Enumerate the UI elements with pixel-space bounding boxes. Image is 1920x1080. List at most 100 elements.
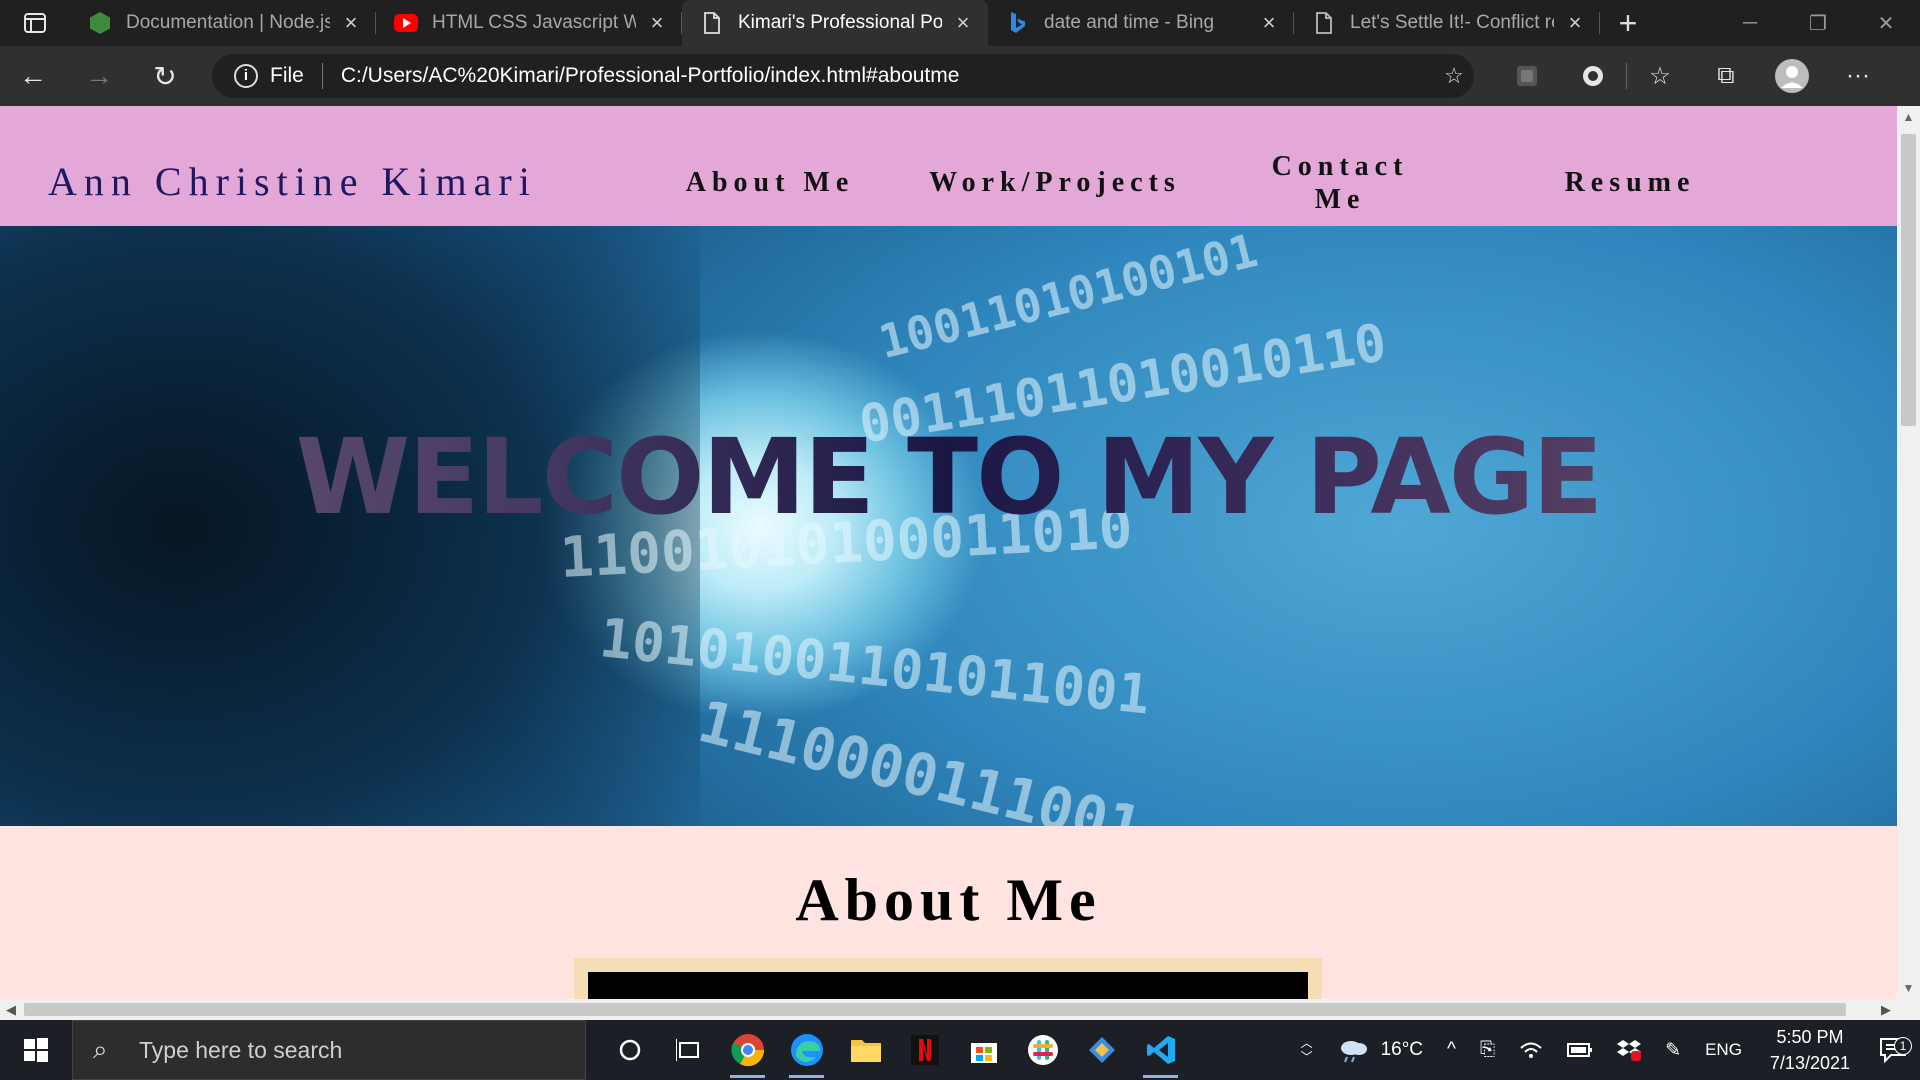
info-icon[interactable]: i (234, 64, 258, 88)
favorites-icon: ☆ (1649, 62, 1671, 90)
scrollbar-thumb[interactable] (24, 1003, 1846, 1016)
weather-widget[interactable]: 16°C (1325, 1037, 1435, 1063)
tab-youtube[interactable]: HTML CSS Javascript Web × (376, 0, 682, 46)
battery-button[interactable] (1555, 1042, 1605, 1058)
tab-conflict[interactable]: Let's Settle It!- Conflict re × (1294, 0, 1600, 46)
weather-temp: 16°C (1380, 1039, 1424, 1060)
vscode-icon (1146, 1036, 1175, 1064)
extension-icon (1517, 66, 1537, 86)
action-center-button[interactable]: 1 (1866, 1037, 1920, 1063)
clock-time: 5:50 PM (1776, 1027, 1844, 1047)
start-button[interactable] (0, 1020, 72, 1080)
nav-link-contact[interactable]: Contact Me (1260, 150, 1420, 216)
add-favorite-icon[interactable]: ☆ (1434, 63, 1474, 89)
extension-circle-icon (1583, 66, 1603, 86)
show-hidden-icons-button[interactable]: ^ (1435, 1039, 1468, 1061)
minimize-button[interactable]: ─ (1716, 0, 1784, 46)
tab-title: Kimari's Professional Portf (738, 12, 942, 33)
close-icon[interactable]: × (646, 12, 668, 34)
arrow-right-icon: → (85, 60, 113, 91)
netflix-app[interactable] (895, 1020, 954, 1080)
tray-overflow-button[interactable]: ︿ ﹀ (1289, 1036, 1325, 1064)
close-window-button[interactable]: ✕ (1852, 0, 1920, 46)
wifi-icon (1520, 1042, 1542, 1058)
scroll-right-icon[interactable]: ▶ (1875, 999, 1897, 1020)
toolbar-right: ☆ ⧉ ··· (1494, 59, 1891, 93)
site-navbar: Ann Christine Kimari About Me Work/Proje… (0, 106, 1897, 226)
clock[interactable]: 5:50 PM 7/13/2021 (1754, 1024, 1866, 1076)
scrollbar-thumb[interactable] (1901, 134, 1916, 426)
vertical-scrollbar[interactable]: ▲ ▼ (1897, 106, 1920, 999)
back-button[interactable]: ← (0, 46, 66, 106)
tab-nodejs-docs[interactable]: Documentation | Node.js × (70, 0, 376, 46)
vscode-app[interactable] (1131, 1020, 1190, 1080)
refresh-button[interactable]: ↻ (132, 46, 198, 106)
hero-heading: WELCOME TO MY PAGE (0, 416, 1897, 538)
slack-icon (1027, 1035, 1058, 1065)
dropbox-icon (1617, 1040, 1642, 1061)
collections-button[interactable]: ⧉ (1693, 62, 1759, 90)
slack-app[interactable] (1013, 1020, 1072, 1080)
snip-sketch-app[interactable] (1072, 1020, 1131, 1080)
taskbar-search-box[interactable]: ⌕ Type here to search (72, 1020, 586, 1080)
wifi-button[interactable] (1507, 1040, 1555, 1060)
plus-icon: + (1618, 4, 1638, 41)
file-explorer-app[interactable] (836, 1020, 895, 1080)
site-brand[interactable]: Ann Christine Kimari (48, 158, 537, 205)
address-url[interactable]: C:/Users/AC%20Kimari/Professional-Portfo… (341, 64, 1434, 88)
tab-bing[interactable]: date and time - Bing × (988, 0, 1294, 46)
tab-title: date and time - Bing (1044, 12, 1215, 33)
profile-button[interactable] (1759, 59, 1825, 93)
tab-portfolio[interactable]: Kimari's Professional Portf × (682, 0, 988, 46)
scroll-down-icon[interactable]: ▼ (1897, 977, 1920, 999)
close-icon[interactable]: × (1258, 12, 1280, 34)
language-indicator[interactable]: ENG (1693, 1040, 1754, 1060)
new-tab-button[interactable]: + (1600, 0, 1656, 46)
address-scheme-label: File (270, 64, 304, 87)
restore-button[interactable]: ❐ (1784, 0, 1852, 46)
tab-title: Let's Settle It!- Conflict re (1350, 12, 1554, 33)
address-bar[interactable]: i File C:/Users/AC%20Kimari/Professional… (212, 54, 1474, 98)
camera-icon: ⎘ (1479, 1039, 1496, 1060)
browser-toolbar: ← → ↻ i File C:/Users/AC%20Kimari/Profes… (0, 46, 1920, 106)
clock-date: 7/13/2021 (1769, 1053, 1850, 1073)
search-placeholder: Type here to search (139, 1036, 343, 1063)
bing-icon (1006, 11, 1030, 35)
about-me-heading: About Me (795, 867, 1102, 933)
close-icon[interactable]: × (952, 12, 974, 34)
edge-icon (790, 1034, 823, 1066)
chrome-icon (730, 1034, 764, 1067)
close-icon[interactable]: × (1564, 12, 1586, 34)
extension-button-2[interactable] (1560, 64, 1626, 88)
scroll-left-icon[interactable]: ◀ (0, 999, 22, 1020)
page-icon (700, 11, 724, 35)
favorites-button[interactable]: ☆ (1627, 62, 1693, 91)
restore-icon: ❐ (1809, 12, 1827, 35)
cortana-button[interactable] (600, 1020, 659, 1080)
forward-button[interactable]: → (66, 46, 132, 106)
extension-button[interactable] (1494, 64, 1560, 88)
close-icon[interactable]: × (340, 12, 362, 34)
edge-app[interactable] (777, 1020, 836, 1080)
scroll-up-icon[interactable]: ▲ (1897, 106, 1920, 128)
windows-icon (24, 1038, 48, 1062)
dropbox-tray-button[interactable] (1605, 1039, 1653, 1061)
horizontal-scrollbar[interactable]: ◀ ▶ (0, 999, 1897, 1020)
nav-link-work[interactable]: Work/Projects (920, 166, 1190, 199)
chevron-up-icon: ^ (1447, 1039, 1456, 1060)
nav-link-about[interactable]: About Me (680, 166, 860, 199)
about-me-card (574, 958, 1322, 999)
system-tray: ︿ ﹀ 16°C ^ ⎘ ✎ ENG 5:50 PM 7/13/2021 1 (1289, 1020, 1920, 1080)
microsoft-store-app[interactable] (954, 1020, 1013, 1080)
task-view-button[interactable] (659, 1020, 718, 1080)
chevron-up-icon: ︿ (1300, 1036, 1313, 1050)
more-menu-button[interactable]: ··· (1825, 62, 1891, 90)
tab-actions-button[interactable] (0, 0, 70, 46)
meet-now-button[interactable]: ⎘ (1468, 1039, 1507, 1061)
chrome-app[interactable] (718, 1020, 777, 1080)
browser-tab-strip: Documentation | Node.js × HTML CSS Javas… (0, 0, 1920, 46)
youtube-icon (394, 11, 418, 35)
pen-button[interactable]: ✎ (1653, 1039, 1693, 1062)
nav-link-resume[interactable]: Resume (1555, 166, 1705, 199)
windows-taskbar: ⌕ Type here to search ︿ ﹀ 16°C ^ ⎘ ✎ ENG … (0, 1020, 1920, 1080)
